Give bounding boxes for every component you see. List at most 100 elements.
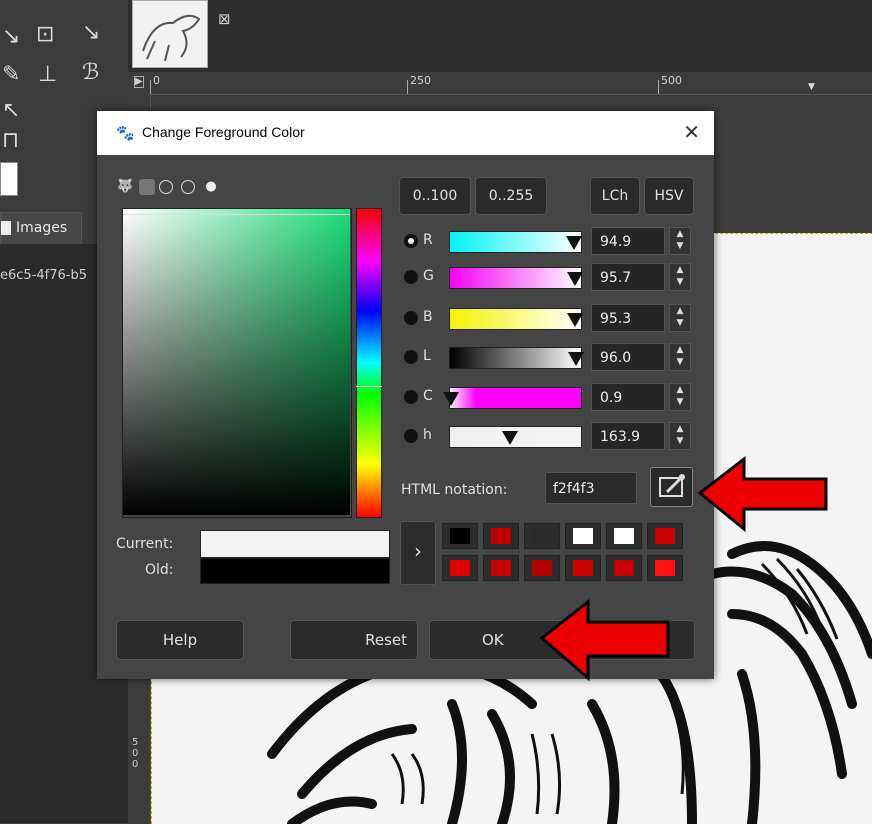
channel-slider-L[interactable] — [449, 347, 584, 369]
color-saturation-value-area[interactable] — [122, 208, 352, 518]
history-color-swatch[interactable] — [606, 523, 642, 549]
scale-0-100-button[interactable]: 0..100 — [399, 177, 471, 215]
gimp-selector-icon[interactable]: 🐺 — [117, 179, 133, 195]
channel-radio-C[interactable] — [404, 390, 418, 404]
toolbox-color-swatch[interactable] — [0, 162, 18, 196]
red-arrow-eyedropper-icon — [697, 455, 828, 533]
scale-0-255-button[interactable]: 0..255 — [475, 177, 547, 215]
channel-radio-R[interactable] — [404, 234, 418, 248]
sv-square[interactable] — [123, 209, 350, 515]
spinner-icon[interactable]: ▲ ▼ — [669, 343, 691, 371]
history-color-swatch[interactable] — [442, 523, 478, 549]
close-image-tab-icon[interactable]: ⊠ — [218, 10, 231, 28]
red-arrow-ok-icon — [539, 598, 670, 682]
channel-label: h — [423, 427, 432, 443]
old-label: Old: — [145, 562, 174, 578]
spinner-icon[interactable]: ▲ ▼ — [669, 304, 691, 332]
chevron-right-icon: › — [414, 539, 422, 563]
html-notation-input[interactable]: f2f4f3 — [545, 472, 637, 504]
history-color-swatch[interactable] — [565, 523, 601, 549]
ruler-vertical-mark: 5 0 0 — [132, 737, 139, 770]
images-tab-icon — [1, 221, 11, 235]
ruler-tick — [407, 80, 408, 94]
spinner-icon[interactable]: ▲ ▼ — [669, 383, 691, 411]
reset-button[interactable]: Reset — [290, 620, 418, 660]
ruler-toggle-icon[interactable]: ▶ — [134, 76, 144, 88]
history-color-swatch[interactable] — [483, 523, 519, 549]
image-thumbnail[interactable] — [132, 0, 208, 68]
change-foreground-color-dialog: 🐾 Change Foreground Color ✕ 🐺 ● 0..100 0… — [97, 111, 714, 679]
slider-thumb-icon[interactable] — [443, 392, 459, 406]
history-color-swatch[interactable] — [483, 555, 519, 581]
current-label: Current: — [116, 536, 174, 552]
channel-slider-G[interactable] — [449, 267, 583, 289]
ruler-tick — [150, 80, 151, 94]
add-to-history-button[interactable]: › — [400, 521, 436, 585]
channel-value-h[interactable]: 163.9 — [591, 422, 665, 450]
spinner-icon[interactable]: ▲ ▼ — [669, 263, 691, 291]
channel-value-G[interactable]: 95.7 — [591, 263, 665, 291]
history-color-swatch[interactable] — [647, 555, 683, 581]
ruler-mark-250: 250 — [410, 74, 431, 87]
channel-value-R[interactable]: 94.9 — [591, 227, 665, 255]
channel-radio-h[interactable] — [404, 429, 418, 443]
ruler-pointer-icon: ▼ — [808, 82, 815, 92]
history-color-swatch[interactable] — [606, 555, 642, 581]
channel-value-B[interactable]: 95.3 — [591, 304, 665, 332]
hsv-button[interactable]: HSV — [644, 177, 694, 215]
eyedropper-icon — [659, 474, 685, 497]
hue-slider[interactable] — [356, 208, 382, 518]
spinner-icon[interactable]: ▲ ▼ — [669, 422, 691, 450]
palette-selector-icon[interactable]: ● — [203, 179, 219, 195]
smudge-tool-icon[interactable]: ℬ — [82, 60, 99, 85]
path-tool-icon[interactable]: ↖ — [2, 98, 20, 123]
triangle-selector-icon[interactable] — [159, 180, 173, 194]
channel-value-L[interactable]: 96.0 — [591, 343, 665, 371]
paint-tool-icon[interactable]: ✎ — [2, 62, 20, 87]
dinosaur-thumbnail-icon — [142, 14, 201, 62]
ruler-tick — [658, 80, 659, 94]
dialog-titlebar: 🐾 Change Foreground Color ✕ — [97, 111, 714, 155]
lch-button[interactable]: LCh — [590, 177, 640, 215]
channel-label: L — [423, 348, 431, 364]
transform-tool-icon[interactable]: ↘ — [82, 20, 100, 45]
lasso-tool-icon[interactable]: ↘ — [2, 24, 20, 49]
cmyk-selector-icon[interactable] — [139, 179, 155, 195]
crop-tool-icon[interactable]: ⊡ — [36, 22, 54, 47]
channel-slider-h[interactable] — [449, 426, 582, 448]
html-notation-label: HTML notation: — [401, 482, 508, 498]
help-button[interactable]: Help — [116, 620, 244, 660]
slider-thumb-icon[interactable] — [567, 313, 583, 327]
channel-slider-C[interactable] — [443, 387, 582, 409]
eyedropper-button[interactable] — [650, 467, 693, 507]
history-color-swatch[interactable] — [442, 555, 478, 581]
channel-slider-R[interactable] — [449, 231, 582, 253]
slider-thumb-icon[interactable] — [567, 272, 583, 286]
channel-radio-L[interactable] — [404, 350, 418, 364]
current-color-swatch — [200, 530, 390, 558]
channel-slider-B[interactable] — [449, 308, 583, 330]
close-button[interactable]: ✕ — [683, 120, 700, 144]
channel-value-C[interactable]: 0.9 — [591, 383, 665, 411]
ruler-mark-0: 0 — [153, 74, 160, 87]
history-color-swatch[interactable] — [524, 523, 560, 549]
slider-thumb-icon[interactable] — [566, 236, 582, 250]
gimp-wilber-icon: 🐾 — [116, 124, 135, 142]
slider-thumb-icon[interactable] — [568, 352, 584, 366]
ruler-mark-500: 500 — [661, 74, 682, 87]
tab-images[interactable]: Images — [0, 212, 82, 245]
image-list-item[interactable]: e6c5-4f76-b5 — [0, 268, 87, 283]
history-color-swatch[interactable] — [565, 555, 601, 581]
channel-radio-B[interactable] — [404, 311, 418, 325]
image-tab-bar — [128, 0, 872, 72]
channel-radio-G[interactable] — [404, 270, 418, 284]
clone-tool-icon[interactable]: ⊥ — [38, 62, 57, 87]
channel-label: B — [423, 309, 433, 325]
slider-thumb-icon[interactable] — [502, 431, 518, 445]
history-color-swatch[interactable] — [524, 555, 560, 581]
text-tool-icon[interactable]: ⊓ — [2, 128, 19, 153]
wheel-selector-icon[interactable] — [181, 180, 195, 194]
hue-marker — [356, 386, 382, 387]
history-color-swatch[interactable] — [647, 523, 683, 549]
spinner-icon[interactable]: ▲ ▼ — [669, 227, 691, 255]
